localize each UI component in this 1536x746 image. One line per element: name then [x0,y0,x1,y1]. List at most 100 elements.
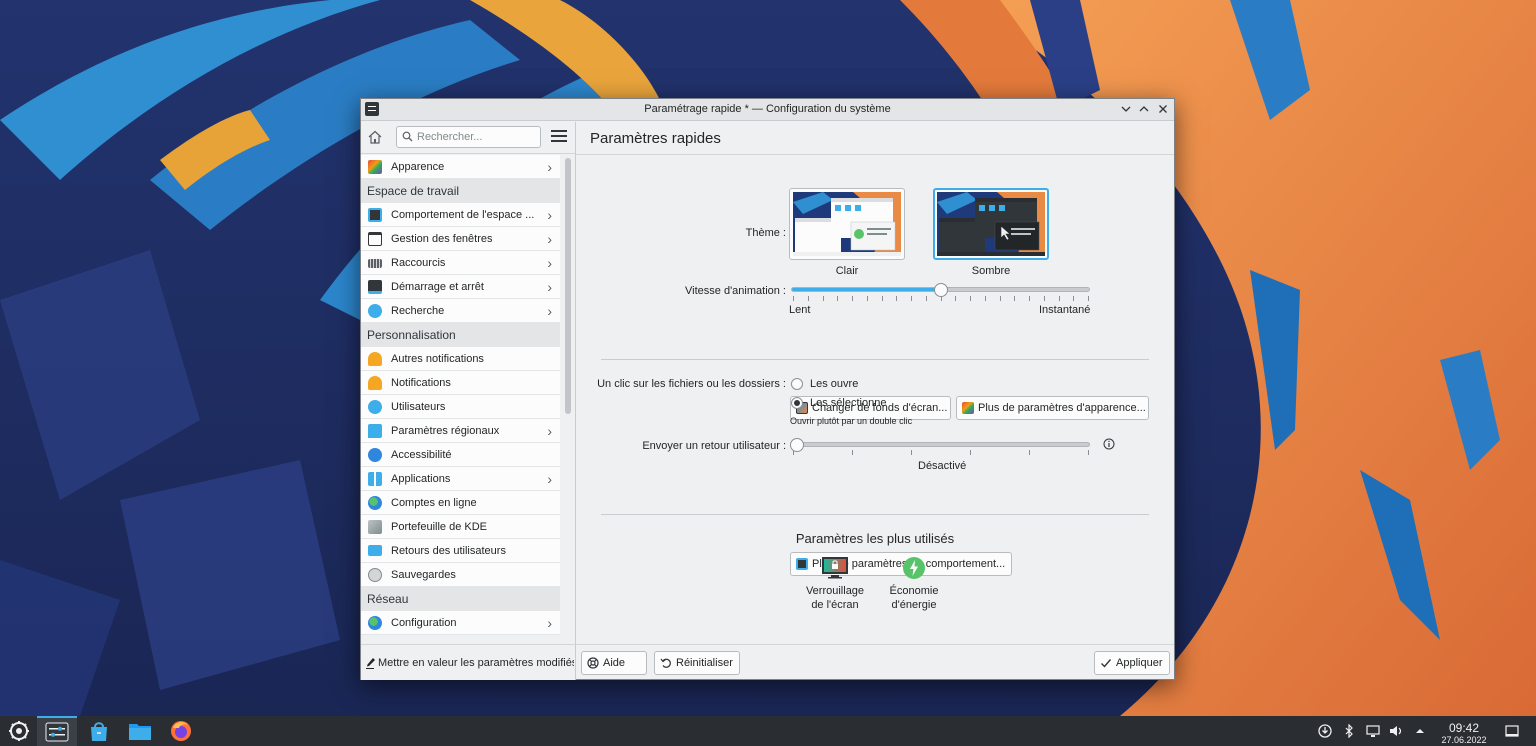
search-field[interactable] [396,126,541,148]
sidebar-item-accessibility[interactable]: Accessibilité [361,443,560,467]
taskbar-task-system-settings[interactable] [37,716,77,746]
taskbar-dolphin[interactable] [128,719,152,743]
chevron-right-icon: › [547,303,552,319]
system-settings-window: Paramétrage rapide * — Configuration du … [360,98,1175,680]
bluetooth-icon[interactable] [1342,723,1356,739]
sidebar-item-label: Portefeuille de KDE [391,521,487,533]
radio-select-on-click[interactable] [791,397,803,409]
most-used-screen-lock[interactable]: Verrouillage de l'écran [800,556,870,612]
firefox-icon [171,721,191,741]
sidebar-item-applications[interactable]: Applications › [361,467,560,491]
sidebar-item-other-notifications[interactable]: Autres notifications [361,347,560,371]
wallet-icon [368,520,382,534]
tray-updates-icon[interactable] [1318,724,1332,738]
sidebar-item-label: Gestion des fenêtres [391,233,493,245]
dark-theme-preview [937,192,1045,256]
sidebar-item-regional-settings[interactable]: Paramètres régionaux › [361,419,560,443]
chevron-right-icon: › [547,279,552,295]
info-icon[interactable] [1103,438,1115,453]
keyboard-icon [368,259,382,268]
slider-tick [1088,296,1089,301]
hamburger-menu-button[interactable] [551,130,567,144]
sidebar-list: Apparence › Espace de travail Comporteme… [361,155,560,635]
search-input[interactable] [417,129,537,145]
most-used-power-saving[interactable]: Économie d'énergie [879,556,949,612]
shopping-bag-icon [91,722,107,741]
reset-button[interactable]: Réinitialiser [654,651,740,675]
sidebar-item-kde-wallet[interactable]: Portefeuille de KDE [361,515,560,539]
sidebar-category-personalization: Personnalisation [361,323,560,347]
theme-card-dark[interactable] [933,188,1049,260]
chevron-down-icon [1121,106,1131,112]
taskbar-firefox[interactable] [169,719,193,743]
sidebar-item-network-configuration[interactable]: Configuration › [361,611,560,635]
sidebar-item-label: Comportement de l'espace ... [391,209,535,221]
sidebar-item-startup[interactable]: Démarrage et arrêt › [361,275,560,299]
maximize-button[interactable] [1135,101,1153,119]
sidebar-item-search[interactable]: Recherche › [361,299,560,323]
home-button[interactable] [367,129,387,149]
undo-icon [660,658,671,668]
theme-label: Thème : [745,227,786,239]
sidebar-item-window-management[interactable]: Gestion des fenêtres › [361,227,560,251]
slider-tick [807,296,809,301]
window-title: Paramétrage rapide * — Configuration du … [644,103,891,115]
slider-tick [1073,296,1075,301]
globe-icon [368,616,382,630]
network-icon[interactable] [1366,724,1380,738]
application-launcher-button[interactable] [7,719,31,743]
clock-time[interactable]: 09:42 [1440,721,1488,735]
appearance-icon [962,402,974,414]
sidebar-item-workspace-behavior[interactable]: Comportement de l'espace ... › [361,203,560,227]
power-icon [903,557,925,579]
close-button[interactable] [1154,101,1172,119]
home-icon [368,130,382,144]
sidebar-scrollbar[interactable] [565,158,571,414]
tray-expand-icon[interactable] [1413,724,1427,738]
animation-speed-slider-handle[interactable] [933,283,948,297]
sidebar-item-label: Paramètres régionaux [391,425,500,437]
search-icon [368,304,382,318]
animation-speed-slider-fill [792,288,941,291]
main-content: Paramètres rapides Thème : Clair Sombre … [576,122,1174,680]
click-behavior-label: Un clic sur les fichiers ou les dossiers… [597,378,786,390]
more-appearance-settings-button[interactable]: Plus de paramètres d'apparence... [956,396,1149,420]
slider-tick [866,296,868,301]
radio-open-on-click[interactable] [791,378,803,390]
slider-tick [1043,296,1045,301]
sidebar-item-online-accounts[interactable]: Comptes en ligne [361,491,560,515]
window-titlebar[interactable]: Paramétrage rapide * — Configuration du … [361,99,1174,121]
animation-speed-label: Vitesse d'animation : [685,285,786,297]
radio-select-on-click-label: Les sélectionne [810,397,887,409]
taskbar-discover[interactable] [87,719,111,743]
apply-button[interactable]: Appliquer [1094,651,1170,675]
chevron-right-icon: › [547,255,552,271]
sidebar-item-users[interactable]: Utilisateurs [361,395,560,419]
sidebar-item-notifications[interactable]: Notifications [361,371,560,395]
animation-instant-label: Instantané [1039,304,1091,316]
clock-date[interactable]: 27.06.2022 [1434,735,1494,745]
sidebar-item-backups[interactable]: Sauvegardes [361,563,560,587]
help-button[interactable]: Aide [581,651,647,675]
light-theme-preview [793,192,901,256]
minimize-button[interactable] [1117,101,1135,119]
sidebar-item-shortcuts[interactable]: Raccourcis › [361,251,560,275]
volume-icon[interactable] [1389,724,1403,738]
sidebar-header [361,122,575,154]
slider-tick [1029,450,1030,455]
feedback-slider-handle[interactable] [790,438,804,452]
appearance-icon [368,160,382,174]
sidebar-item-appearance[interactable]: Apparence › [361,155,560,179]
chevron-right-icon: › [547,159,552,175]
power-saving-label-2: d'énergie [891,599,937,611]
theme-card-light[interactable] [789,188,905,260]
theme-dark-label: Sombre [971,265,1011,277]
header-divider [576,154,1174,155]
chevron-right-icon: › [547,615,552,631]
feedback-slider[interactable] [791,442,1090,447]
highlight-changed-settings-toggle[interactable]: Mettre en valeur les paramètres modifiés [361,644,576,680]
feedback-value-label: Désactivé [918,460,967,472]
show-desktop-icon[interactable] [1505,724,1519,738]
chat-icon [368,424,382,438]
sidebar-item-user-feedback[interactable]: Retours des utilisateurs [361,539,560,563]
